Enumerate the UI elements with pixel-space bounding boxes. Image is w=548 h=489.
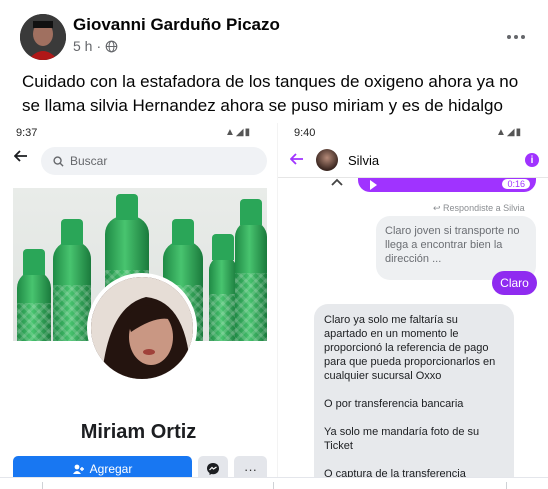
oxygen-tank — [235, 199, 267, 341]
incoming-message[interactable]: Claro ya solo me faltaría su apartado en… — [314, 304, 514, 477]
reply-note: ↩ Respondiste a Silvia — [433, 203, 525, 214]
message-line: Claro ya solo me faltaría su apartado en… — [324, 314, 496, 382]
globe-icon[interactable] — [105, 40, 118, 53]
oxygen-tank — [209, 234, 237, 341]
audio-message[interactable]: 0:16 — [358, 178, 536, 192]
status-icons: ▲◢▮ — [225, 127, 252, 138]
messenger-icon — [207, 463, 219, 475]
more-options-button[interactable]: ··· — [234, 456, 267, 477]
oxygen-tank — [17, 249, 51, 341]
message-button[interactable] — [198, 456, 228, 477]
profile-picture[interactable] — [87, 273, 197, 383]
status-time: 9:40 — [294, 127, 316, 139]
info-icon[interactable]: i — [525, 153, 539, 167]
more-dots-icon[interactable] — [502, 23, 530, 51]
message-line: O captura de la transferencia — [324, 468, 466, 477]
left-screenshot[interactable]: 9:37 ▲◢▮ Buscar Miriam Ortiz Agregar ··· — [0, 123, 277, 477]
right-screenshot[interactable]: 9:40 ▲◢▮ Silvia i 0:16 ↩ Respondiste a S… — [278, 123, 548, 477]
post-time[interactable]: 5 h — [73, 38, 92, 54]
back-arrow-icon[interactable] — [14, 150, 28, 162]
search-input[interactable]: Buscar — [41, 147, 267, 175]
play-icon[interactable] — [370, 180, 377, 190]
divider-tick — [42, 482, 43, 489]
chat-header: Silvia i — [278, 143, 548, 178]
add-friend-button[interactable]: Agregar — [13, 456, 192, 477]
search-icon — [53, 155, 64, 167]
reply-arrow-icon: ↩ — [433, 203, 444, 213]
status-time: 9:37 — [16, 127, 38, 139]
divider-tick — [273, 482, 274, 489]
post-image[interactable]: 9:37 ▲◢▮ Buscar Miriam Ortiz Agregar ···… — [0, 123, 548, 477]
add-friend-label: Agregar — [89, 462, 133, 476]
search-placeholder: Buscar — [70, 154, 108, 168]
divider-tick — [506, 482, 507, 489]
meta-separator: · — [96, 38, 102, 54]
post-text: Cuidado con la estafadora de los tanques… — [22, 72, 519, 115]
post-footer-divider — [0, 477, 548, 489]
oxygen-tank — [53, 219, 91, 341]
author-name[interactable]: Giovanni Garduño Picazo — [73, 15, 280, 35]
add-friend-icon — [72, 464, 84, 474]
post-meta: 5 h · — [73, 38, 118, 54]
author-avatar[interactable] — [20, 14, 66, 60]
profile-name: Miriam Ortiz — [80, 421, 197, 443]
back-arrow-icon[interactable] — [290, 153, 304, 165]
more-options-label: ··· — [244, 461, 257, 477]
audio-duration: 0:16 — [502, 179, 530, 189]
status-icons: ▲◢▮ — [496, 127, 523, 138]
sent-message[interactable]: Claro — [492, 271, 537, 295]
message-line: Ya solo me mandaría foto de su Ticket — [324, 426, 480, 452]
contact-avatar[interactable] — [316, 149, 338, 171]
post-header: Giovanni Garduño Picazo 5 h · — [20, 14, 530, 60]
reply-note-text: Respondiste a Silvia — [443, 203, 525, 213]
share-icon[interactable] — [330, 177, 344, 187]
message-line: O por transferencia bancaria — [324, 398, 464, 410]
contact-name[interactable]: Silvia — [348, 153, 379, 168]
